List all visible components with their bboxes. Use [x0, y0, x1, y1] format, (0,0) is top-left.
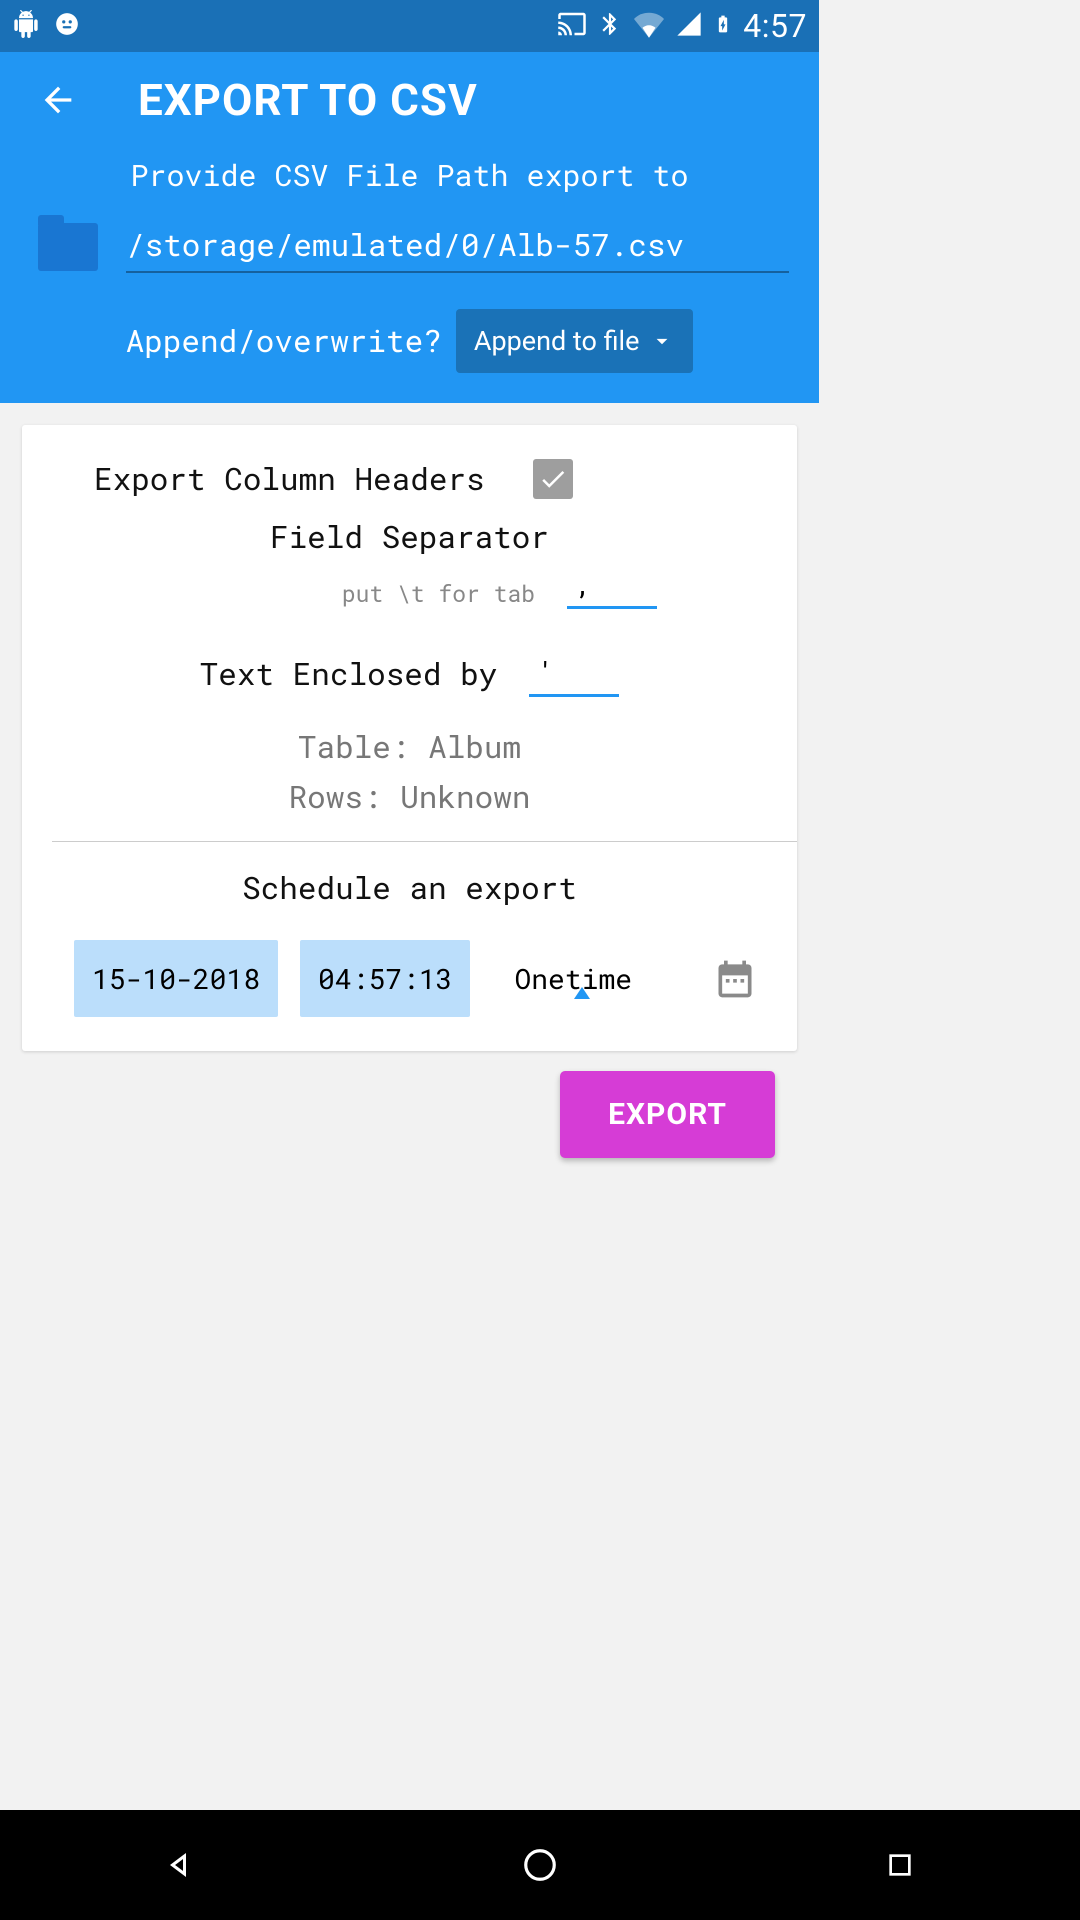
export-options-card: Export Column Headers Field Separator pu… — [22, 425, 797, 1051]
calendar-icon[interactable] — [713, 957, 757, 1001]
header-panel: EXPORT TO CSV Provide CSV File Path expo… — [0, 52, 819, 403]
debug-icon — [54, 11, 80, 42]
field-separator-hint: put \t for tab — [342, 579, 535, 609]
android-icon — [12, 10, 40, 43]
export-headers-label: Export Column Headers — [94, 459, 485, 499]
status-bar: 4:57 — [0, 0, 819, 52]
table-name-label: Table: Album — [22, 727, 797, 767]
folder-icon[interactable] — [38, 223, 98, 271]
signal-icon — [675, 10, 703, 43]
schedule-time-chip[interactable]: 04:57:13 — [300, 940, 470, 1017]
field-separator-input[interactable] — [567, 563, 657, 609]
navigation-bar — [0, 1810, 1080, 1920]
text-enclosed-label: Text Enclosed by — [200, 654, 498, 694]
append-mode-value: Append to file — [474, 325, 640, 357]
divider — [52, 841, 797, 842]
nav-home-button[interactable] — [518, 1843, 562, 1887]
nav-recent-button[interactable] — [878, 1843, 922, 1887]
append-mode-label: Append/overwrite? — [126, 321, 442, 361]
wifi-icon — [633, 9, 665, 44]
chevron-down-icon — [649, 328, 675, 354]
text-enclosed-input[interactable] — [529, 651, 619, 697]
battery-icon — [713, 9, 733, 44]
cast-icon — [557, 9, 587, 44]
status-time: 4:57 — [743, 7, 807, 45]
bluetooth-icon — [597, 9, 623, 44]
rows-count-label: Rows: Unknown — [22, 777, 797, 817]
recurrence-select[interactable]: Onetime — [514, 960, 632, 997]
export-button[interactable]: EXPORT — [560, 1071, 775, 1158]
field-separator-label: Field Separator — [270, 517, 549, 557]
file-path-input[interactable] — [126, 221, 789, 273]
export-headers-checkbox[interactable] — [533, 459, 573, 499]
back-button[interactable] — [38, 80, 78, 120]
nav-back-button[interactable] — [158, 1843, 202, 1887]
page-title: EXPORT TO CSV — [138, 74, 478, 126]
schedule-date-chip[interactable]: 15-10-2018 — [74, 940, 278, 1017]
append-mode-select[interactable]: Append to file — [456, 309, 694, 373]
file-path-label: Provide CSV File Path export to — [0, 150, 819, 221]
schedule-export-label: Schedule an export — [22, 868, 797, 908]
